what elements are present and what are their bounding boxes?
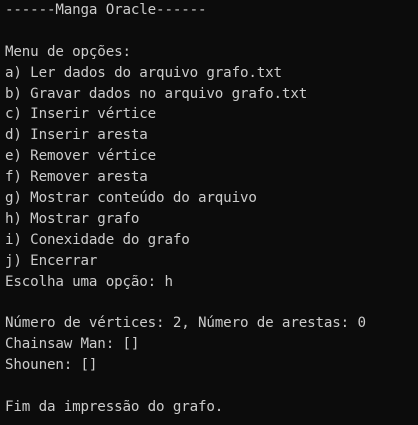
menu-item-d: d) Inserir aresta (5, 127, 148, 144)
menu-item-b: b) Gravar dados no arquivo grafo.txt (5, 85, 308, 102)
graph-print-end: Fim da impressão do grafo. (5, 398, 224, 415)
app-header: ------Manga Oracle------ (5, 2, 207, 18)
option-prompt: Escolha uma opção: h (5, 273, 173, 290)
menu-title: Menu de opções: (5, 43, 131, 60)
menu-item-f: f) Remover aresta (5, 169, 148, 186)
terminal-window[interactable]: ------Manga Oracle------ Menu de opções:… (0, 0, 418, 425)
vertex-line-chainsaw-man: Chainsaw Man: [] (5, 336, 140, 353)
menu-item-h: h) Mostrar grafo (5, 210, 140, 227)
menu-item-c: c) Inserir vértice (5, 106, 157, 123)
menu-item-e: e) Remover vértice (5, 148, 157, 165)
menu-item-a: a) Ler dados do arquivo grafo.txt (5, 64, 282, 81)
menu-item-g: g) Mostrar conteúdo do arquivo (5, 190, 257, 207)
vertex-line-shounen: Shounen: [] (5, 357, 98, 374)
graph-summary: Número de vértices: 2, Número de arestas… (5, 315, 366, 332)
menu-item-i: i) Conexidade do grafo (5, 231, 190, 248)
menu-item-j: j) Encerrar (5, 252, 98, 269)
